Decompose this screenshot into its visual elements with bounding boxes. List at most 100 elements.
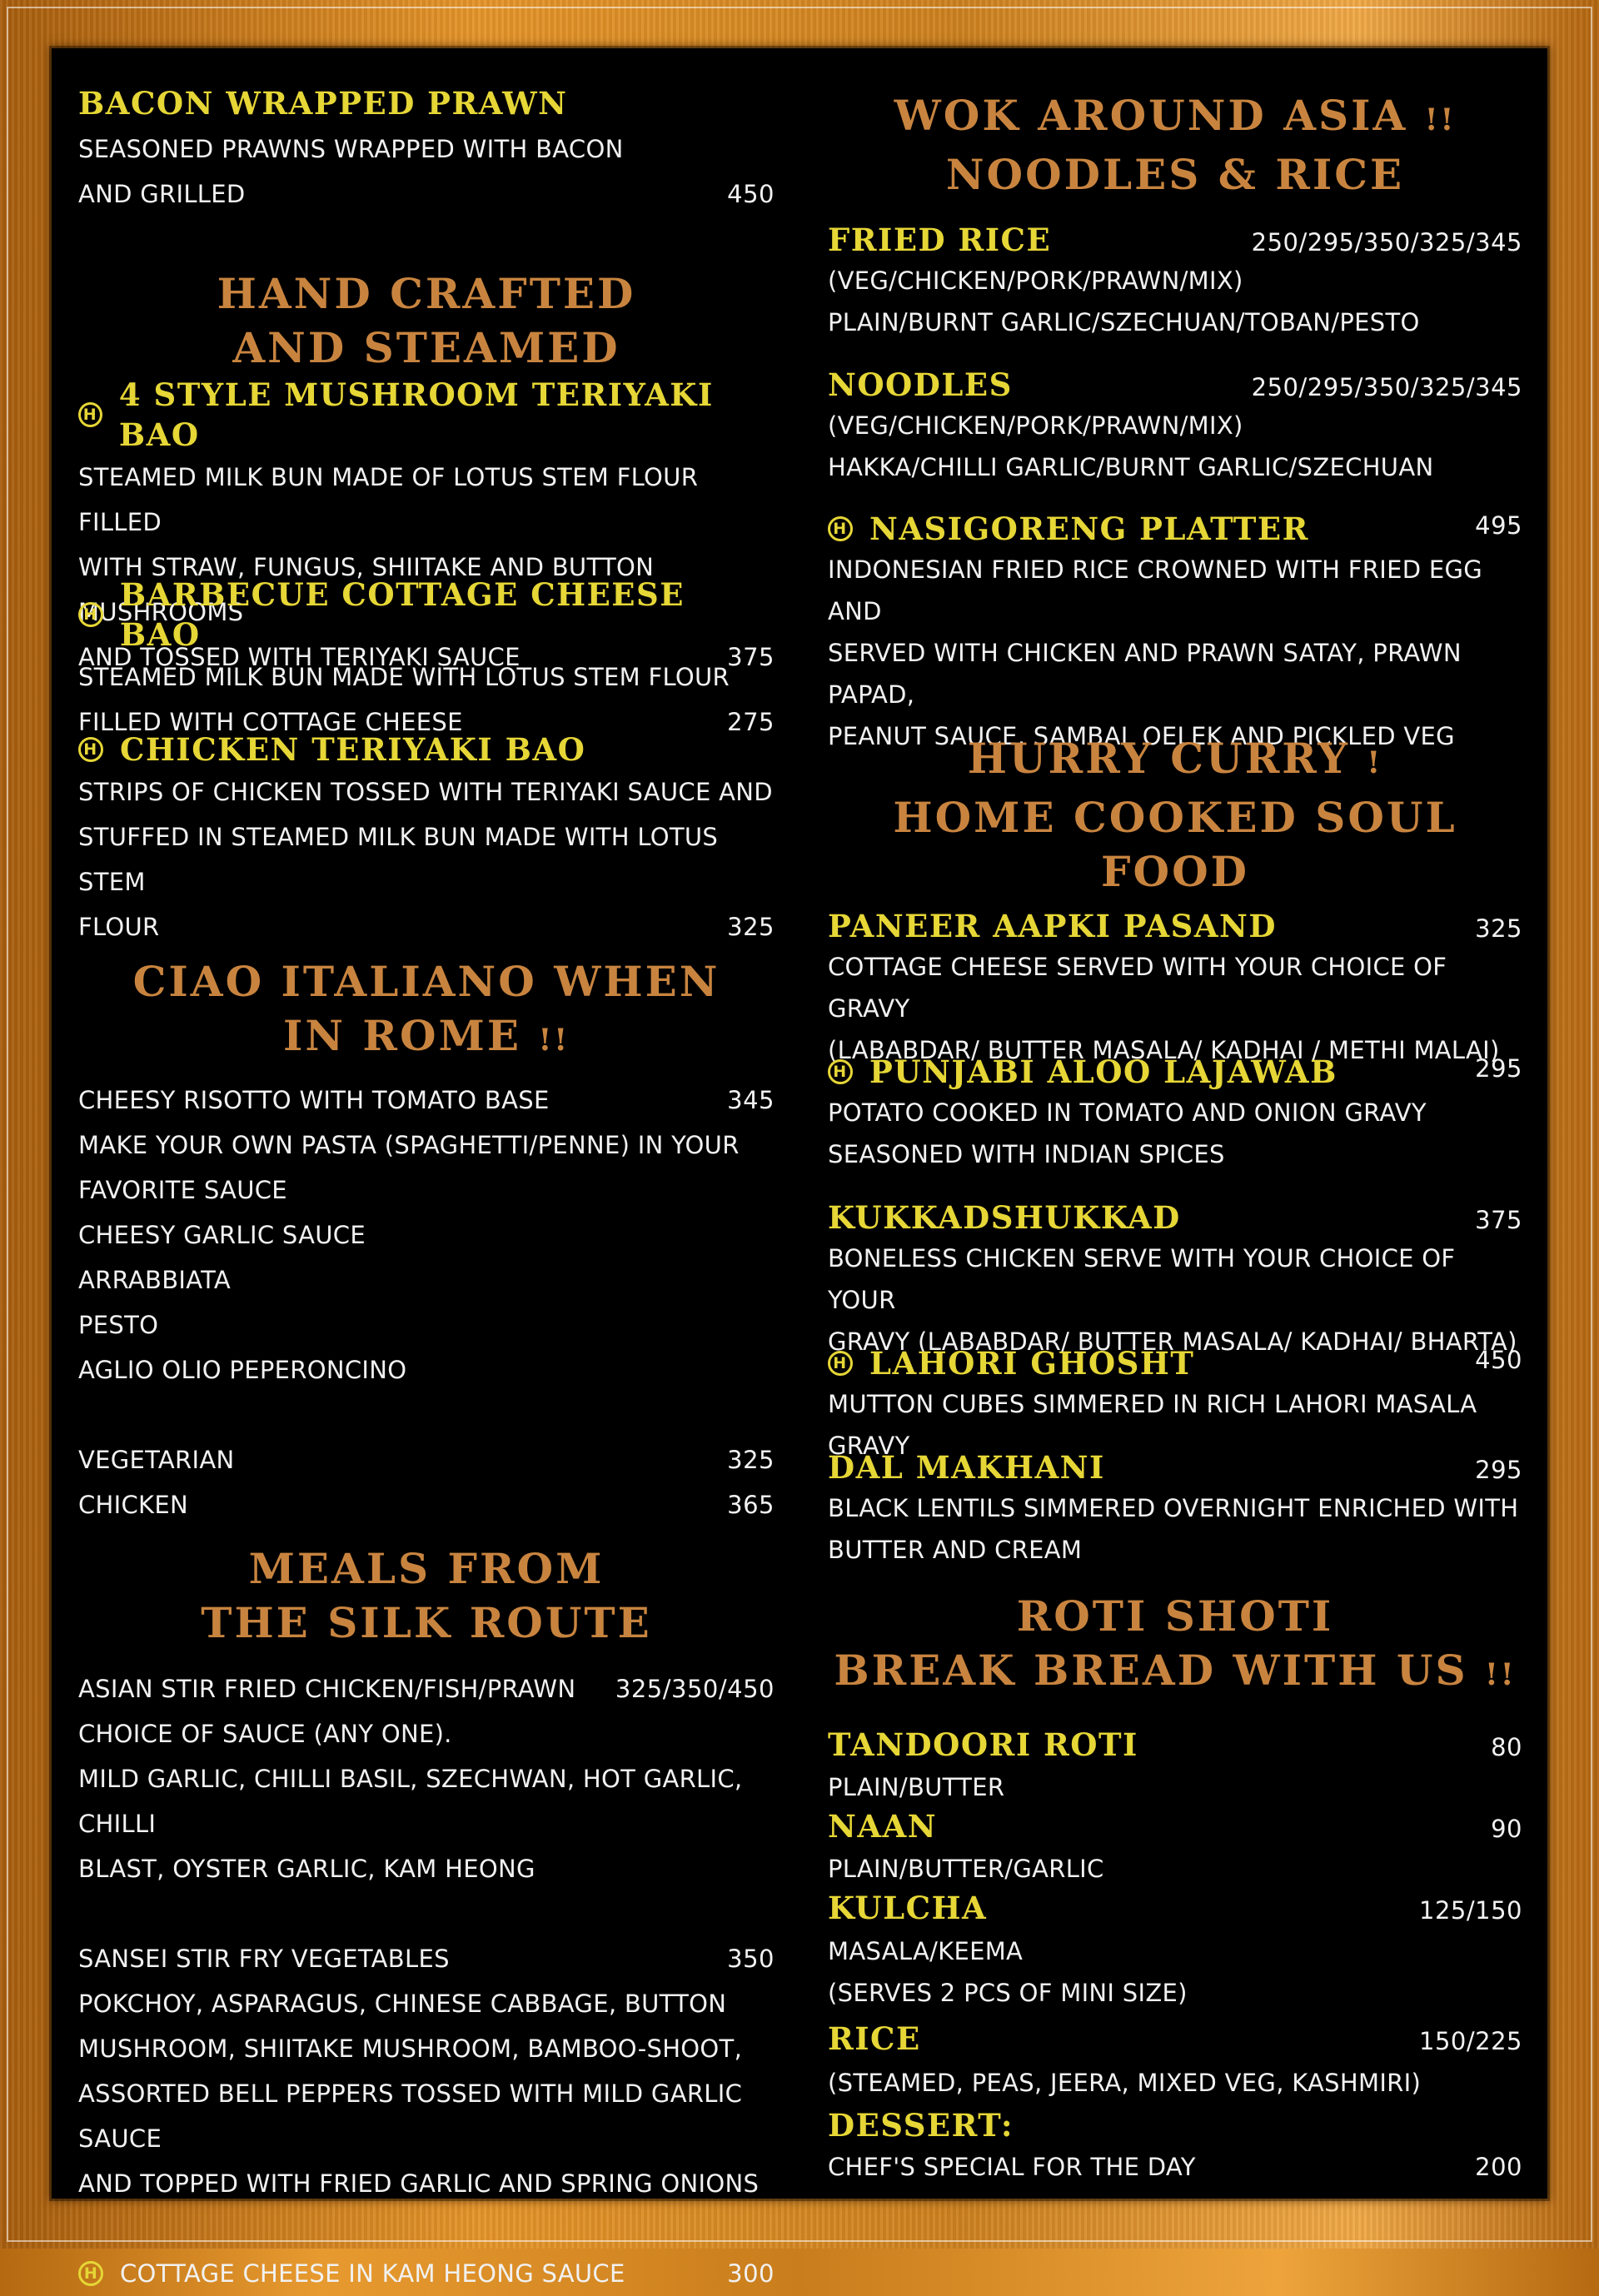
item-name: PANEER AAPKI PASAND xyxy=(828,906,1277,946)
heading-line: WOK AROUND ASIA xyxy=(894,91,1408,140)
heading-exclaim: !! xyxy=(538,1023,570,1058)
halal-icon: H xyxy=(78,2261,103,2286)
menu-item-bacon-wrapped-prawn: BACON WRAPPED PRAWN SEASONED PRAWNS WRAP… xyxy=(78,83,775,217)
heading-line: CIAO ITALIANO WHEN xyxy=(78,954,775,1009)
item-name: LAHORI GHOSHT xyxy=(869,1343,1194,1383)
item-name: PUNJABI ALOO LAJAWAB xyxy=(869,1052,1337,1092)
menu-item-nasigoreng: HNASIGORENG PLATTER495 INDONESIAN FRIED … xyxy=(828,509,1522,757)
section-heading-ciao-italiano: CIAO ITALIANO WHEN IN ROME !! xyxy=(78,954,775,1068)
item-kam-heong: COTTAGE CHEESE IN KAM HEONG SAUCE xyxy=(120,2251,625,2296)
item-price: 125/150 xyxy=(1419,1890,1522,1930)
item-price: 325 xyxy=(727,1437,775,1482)
sauce-option: PESTO xyxy=(78,1302,775,1347)
menu-item-aloo: HPUNJABI ALOO LAJAWAB295 POTATO COOKED I… xyxy=(828,1052,1522,1175)
item-price: 200 xyxy=(1475,2145,1522,2189)
heading-line: NOODLES & RICE xyxy=(828,147,1522,202)
item-desc: MUSHROOM, SHIITAKE MUSHROOM, BAMBOO-SHOO… xyxy=(78,2026,775,2071)
item-desc: PLAIN/BUTTER xyxy=(828,1767,1522,1807)
item-price: 90 xyxy=(1491,1809,1522,1849)
pasta-option: CHICKEN xyxy=(78,1482,188,1527)
item-name: NOODLES xyxy=(828,365,1013,405)
heading-line: FOOD xyxy=(828,844,1522,899)
item-price: 295 xyxy=(1475,1456,1522,1484)
item-name: DAL MAKHANI xyxy=(828,1447,1105,1487)
item-desc: SEASONED WITH INDIAN SPICES xyxy=(828,1133,1522,1175)
heading-exclaim: ! xyxy=(1367,745,1382,780)
item-name: NASIGORENG PLATTER xyxy=(869,509,1309,549)
item-desc: STUFFED IN STEAMED MILK BUN MADE WITH LO… xyxy=(78,814,775,904)
item-desc: BUTTER AND CREAM xyxy=(828,1529,1522,1571)
section-heading-wok-around-asia: WOK AROUND ASIA !! NOODLES & RICE xyxy=(828,88,1522,202)
item-desc: FLOUR xyxy=(78,904,160,949)
item-sansei: SANSEI STIR FRY VEGETABLES xyxy=(78,1936,450,1981)
heading-line: ROTI SHOTI xyxy=(828,1589,1522,1643)
menu-item-rice: RICE150/225 (STEAMED, PEAS, JEERA, MIXED… xyxy=(828,2019,1522,2104)
halal-icon: H xyxy=(828,516,853,541)
item-price: 350 xyxy=(727,1936,775,1981)
heading-exclaim: !! xyxy=(1425,102,1457,137)
menu-item-dessert: DESSERT: CHEF'S SPECIAL FOR THE DAY 200 xyxy=(828,2105,1522,2189)
item-desc: PLAIN/BURNT GARLIC/SZECHUAN/TOBAN/PESTO xyxy=(828,301,1522,343)
heading-line: HAND CRAFTED xyxy=(78,266,775,321)
section-heading-silk-route: MEALS FROM THE SILK ROUTE xyxy=(78,1541,775,1650)
item-name: TANDOORI ROTI xyxy=(828,1725,1138,1765)
menu-item-paneer: PANEER AAPKI PASAND325 COTTAGE CHEESE SE… xyxy=(828,906,1522,1071)
halal-icon: H xyxy=(828,1351,853,1376)
item-desc: CHOICE OF SAUCE (ANY ONE). xyxy=(78,1711,775,1756)
menu-item-chicken-bao: HCHICKEN TERIYAKI BAO STRIPS OF CHICKEN … xyxy=(78,730,775,949)
item-price: 80 xyxy=(1491,1727,1522,1767)
item-desc: ASSORTED BELL PEPPERS TOSSED WITH MILD G… xyxy=(78,2071,775,2161)
item-pasta: MAKE YOUR OWN PASTA (SPAGHETTI/PENNE) IN… xyxy=(78,1123,775,1168)
item-name: BACON WRAPPED PRAWN xyxy=(78,83,775,123)
item-desc: STEAMED MILK BUN MADE WITH LOTUS STEM FL… xyxy=(78,655,775,700)
menu-item-cheese-bao: HBARBECUE COTTAGE CHEESE BAO STEAMED MIL… xyxy=(78,575,775,745)
halal-icon: H xyxy=(78,602,103,627)
menu-item-fried-rice: FRIED RICE250/295/350/325/345 (VEG/CHICK… xyxy=(828,220,1522,343)
item-desc: (VEG/CHICKEN/PORK/PRAWN/MIX) xyxy=(828,405,1522,446)
item-desc: MILD GARLIC, CHILLI BASIL, SZECHWAN, HOT… xyxy=(78,1756,775,1846)
item-pasta: FAVORITE SAUCE xyxy=(78,1168,775,1213)
item-desc: CHEF'S SPECIAL FOR THE DAY xyxy=(828,2145,1196,2189)
item-desc: POTATO COOKED IN TOMATO AND ONION GRAVY xyxy=(828,1092,1522,1133)
item-desc: SERVED WITH CHICKEN AND PRAWN SATAY, PRA… xyxy=(828,632,1522,715)
item-name: KULCHA xyxy=(828,1888,987,1928)
item-price: 325 xyxy=(1475,914,1522,943)
sauce-option: CHEESY GARLIC SAUCE xyxy=(78,1213,775,1258)
item-desc: BLACK LENTILS SIMMERED OVERNIGHT ENRICHE… xyxy=(828,1487,1522,1529)
pasta-option: VEGETARIAN xyxy=(78,1437,235,1482)
menu-item-naan: NAAN90 PLAIN/BUTTER/GARLIC xyxy=(828,1806,1522,1889)
item-price: 495 xyxy=(1475,511,1522,540)
item-price: 375 xyxy=(1475,1206,1522,1234)
heading-line: IN ROME xyxy=(283,1011,521,1060)
item-name: RICE xyxy=(828,2019,921,2059)
heading-exclaim: !! xyxy=(1485,1657,1517,1692)
item-desc: AND GRILLED xyxy=(78,172,246,217)
heading-line: HURRY CURRY xyxy=(968,734,1350,783)
item-desc: AND TOPPED WITH FRIED GARLIC AND SPRING … xyxy=(78,2161,775,2206)
heading-line: AND STEAMED xyxy=(78,321,775,375)
halal-icon: H xyxy=(78,402,102,427)
item-price: 325/350/450 xyxy=(615,1666,775,1711)
item-desc: (SERVES 2 PCS OF MINI SIZE) xyxy=(828,1972,1522,2014)
heading-line: THE SILK ROUTE xyxy=(78,1596,775,1650)
item-price: 250/295/350/325/345 xyxy=(1252,373,1522,401)
item-price: 150/225 xyxy=(1419,2021,1522,2061)
item-risotto: CHEESY RISOTTO WITH TOMATO BASE xyxy=(78,1078,550,1123)
menu-item-noodles: NOODLES 250/295/350/325/345 (VEG/CHICKEN/… xyxy=(828,365,1522,488)
sauce-option: ARRABBIATA xyxy=(78,1258,775,1302)
item-price: 345 xyxy=(727,1078,775,1123)
menu-item-dal-makhani: DAL MAKHANI 295 BLACK LENTILS SIMMERED OV… xyxy=(828,1447,1522,1571)
section-heading-hand-crafted: HAND CRAFTED AND STEAMED xyxy=(78,266,775,375)
heading-line: HOME COOKED SOUL xyxy=(828,790,1522,844)
item-price: 365 xyxy=(727,1482,775,1527)
item-price: 450 xyxy=(727,172,775,217)
item-price: 450 xyxy=(1475,1346,1522,1374)
item-desc: POKCHOY, ASPARAGUS, CHINESE CABBAGE, BUT… xyxy=(78,1981,775,2026)
item-desc: MASALA/KEEMA xyxy=(828,1930,1522,1972)
halal-icon: H xyxy=(828,1059,853,1084)
silk-route-items: ASIAN STIR FRIED CHICKEN/FISH/PRAWN 325/… xyxy=(78,1666,775,2296)
item-price: 250/295/350/325/345 xyxy=(1252,228,1522,256)
item-desc: STEAMED MILK BUN MADE OF LOTUS STEM FLOU… xyxy=(78,455,775,545)
item-price: 325 xyxy=(727,904,775,949)
menu-item-tandoori-roti: TANDOORI ROTI 80 PLAIN/BUTTER xyxy=(828,1725,1522,1807)
